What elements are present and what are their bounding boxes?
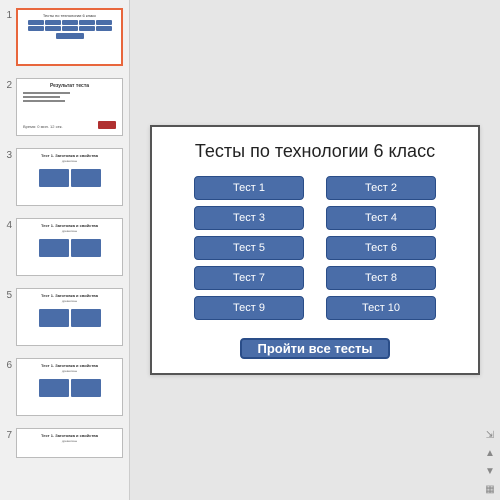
slide-thumb-2[interactable]: Результат теста Время: 0 мин. 12 сек. <box>16 78 123 136</box>
test-button-5[interactable]: Тест 5 <box>194 236 304 260</box>
view-controls: ⇲ ▲ ▼ ▦ <box>484 430 496 496</box>
thumb-number: 4 <box>4 218 16 231</box>
thumb-number: 7 <box>4 428 16 441</box>
thumb-row: 7 Тест 1. Заготовка и свойства древесины <box>0 426 129 468</box>
thumb-row: 3 Тест 1. Заготовка и свойства древесины <box>0 146 129 216</box>
slide-thumb-1[interactable]: Тесты по технологии 6 класс <box>16 8 123 66</box>
slide-thumb-3[interactable]: Тест 1. Заготовка и свойства древесины <box>16 148 123 206</box>
thumb-number: 5 <box>4 288 16 301</box>
test-button-7[interactable]: Тест 7 <box>194 266 304 290</box>
test-button-10[interactable]: Тест 10 <box>326 296 436 320</box>
test-button-4[interactable]: Тест 4 <box>326 206 436 230</box>
test-button-3[interactable]: Тест 3 <box>194 206 304 230</box>
slide-thumb-6[interactable]: Тест 1. Заготовка и свойства древесины <box>16 358 123 416</box>
thumb-number: 2 <box>4 78 16 91</box>
test-buttons-grid: Тест 1 Тест 2 Тест 3 Тест 4 Тест 5 Тест … <box>194 176 436 320</box>
thumb-row: 5 Тест 1. Заготовка и свойства древесины <box>0 286 129 356</box>
zoom-down-icon[interactable]: ▼ <box>484 466 496 478</box>
test-button-1[interactable]: Тест 1 <box>194 176 304 200</box>
test-button-8[interactable]: Тест 8 <box>326 266 436 290</box>
slide-title: Тесты по технологии 6 класс <box>195 141 435 162</box>
grid-icon[interactable]: ▦ <box>484 484 496 496</box>
thumb-number: 6 <box>4 358 16 371</box>
slide-thumb-5[interactable]: Тест 1. Заготовка и свойства древесины <box>16 288 123 346</box>
thumb-number: 1 <box>4 8 16 21</box>
test-button-9[interactable]: Тест 9 <box>194 296 304 320</box>
zoom-up-icon[interactable]: ▲ <box>484 448 496 460</box>
test-button-2[interactable]: Тест 2 <box>326 176 436 200</box>
thumb-row: 2 Результат теста Время: 0 мин. 12 сек. <box>0 76 129 146</box>
main-slide-area: Тесты по технологии 6 класс Тест 1 Тест … <box>130 0 500 500</box>
slide-thumb-4[interactable]: Тест 1. Заготовка и свойства древесины <box>16 218 123 276</box>
thumb-row: 4 Тест 1. Заготовка и свойства древесины <box>0 216 129 286</box>
slide-thumb-7[interactable]: Тест 1. Заготовка и свойства древесины <box>16 428 123 458</box>
thumb-number: 3 <box>4 148 16 161</box>
thumb-row: 6 Тест 1. Заготовка и свойства древесины <box>0 356 129 426</box>
thumbnail-panel: 1 Тесты по технологии 6 класс 2 Результа… <box>0 0 130 500</box>
slide-canvas: Тесты по технологии 6 класс Тест 1 Тест … <box>150 125 480 375</box>
test-button-6[interactable]: Тест 6 <box>326 236 436 260</box>
fit-icon[interactable]: ⇲ <box>484 430 496 442</box>
thumb-row: 1 Тесты по технологии 6 класс <box>0 6 129 76</box>
run-all-tests-button[interactable]: Пройти все тесты <box>240 338 390 359</box>
